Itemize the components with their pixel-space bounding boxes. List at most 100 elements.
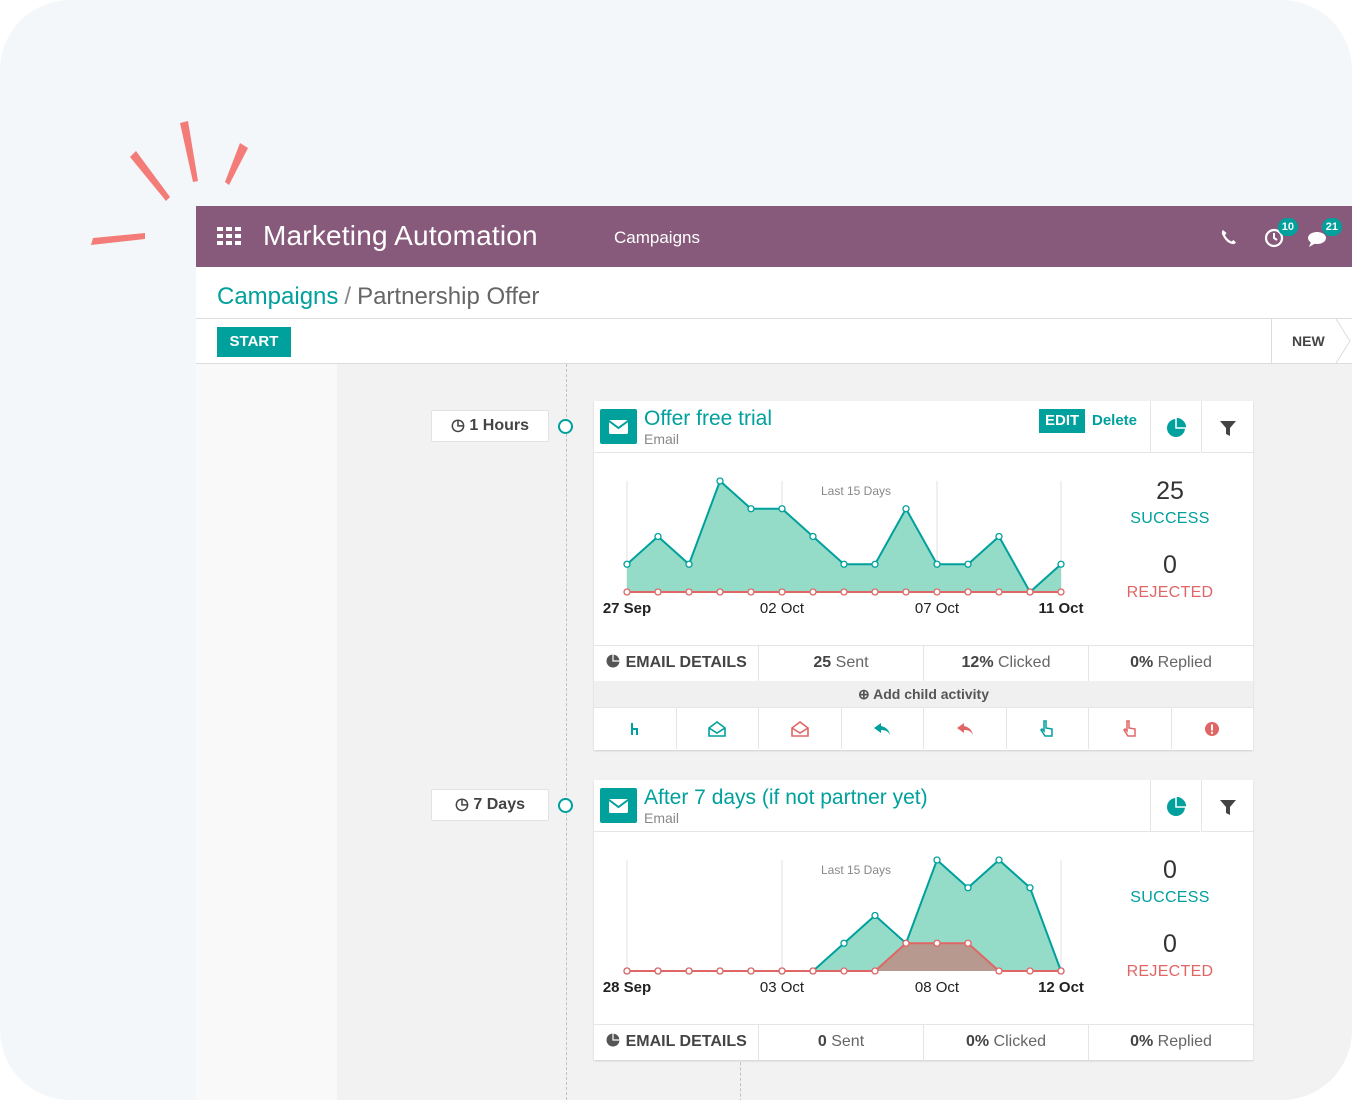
clicked-label: Clicked bbox=[998, 654, 1051, 671]
success-point bbox=[964, 560, 972, 568]
chart-title: Last 15 Days bbox=[821, 863, 891, 877]
success-point bbox=[1026, 884, 1034, 892]
pie-chart-icon bbox=[1167, 795, 1188, 816]
rejected-count: 0 bbox=[1163, 551, 1177, 579]
stats-toggle-button[interactable] bbox=[1150, 401, 1200, 453]
sent-value: 0 bbox=[817, 1033, 827, 1050]
exclamation-circle-icon bbox=[1205, 721, 1220, 736]
start-button[interactable]: START bbox=[217, 327, 291, 357]
activity-title[interactable]: Offer free trial bbox=[644, 407, 772, 431]
messages-badge: 21 bbox=[1321, 218, 1342, 236]
success-count: 0 bbox=[1163, 856, 1177, 884]
activity-title[interactable]: After 7 days (if not partner yet) bbox=[644, 786, 928, 810]
rejected-point bbox=[1026, 967, 1034, 975]
success-count: 25 bbox=[1156, 477, 1184, 505]
x-tick-label: 07 Oct bbox=[915, 600, 960, 617]
breadcrumb-campaigns-link[interactable]: Campaigns bbox=[217, 283, 338, 310]
filter-button[interactable] bbox=[1201, 780, 1253, 832]
x-tick-label: 27 Sep bbox=[603, 600, 651, 617]
rejected-point bbox=[995, 967, 1003, 975]
clicked-value: 12% bbox=[961, 654, 994, 671]
email-details-button[interactable]: EMAIL DETAILS bbox=[594, 646, 759, 681]
filter-button[interactable] bbox=[1201, 401, 1253, 453]
x-tick-label: 12 Oct bbox=[1038, 979, 1084, 996]
success-point bbox=[809, 532, 817, 541]
clicked-stat[interactable]: 0% Clicked bbox=[924, 1025, 1089, 1060]
clicked-stat[interactable]: 12% Clicked bbox=[924, 646, 1089, 681]
trigger-opened-button[interactable] bbox=[677, 708, 759, 749]
add-child-label: Add child activity bbox=[873, 686, 990, 702]
filter-icon bbox=[1220, 800, 1236, 815]
success-point bbox=[840, 560, 848, 568]
rejected-point bbox=[902, 588, 910, 596]
delay-label: 7 Days bbox=[473, 796, 525, 813]
messages-button[interactable]: 21 bbox=[1306, 218, 1342, 250]
rejected-count: 0 bbox=[1163, 930, 1177, 958]
delete-button[interactable]: Delete bbox=[1092, 412, 1137, 429]
rejected-point bbox=[685, 967, 693, 975]
add-child-activity-button[interactable]: ⊕ Add child activity bbox=[594, 681, 1253, 707]
trigger-clicked-button[interactable] bbox=[1007, 708, 1089, 749]
envelope-open-icon bbox=[790, 720, 809, 737]
apps-grid-icon[interactable] bbox=[217, 227, 241, 245]
trigger-bounced-button[interactable] bbox=[1172, 708, 1254, 749]
x-tick-label: 28 Sep bbox=[603, 979, 651, 996]
activity-button[interactable]: 10 bbox=[1262, 218, 1298, 250]
reply-icon bbox=[956, 722, 973, 735]
replied-label: Replied bbox=[1157, 654, 1212, 671]
x-tick-label: 03 Oct bbox=[760, 979, 805, 996]
rejected-point bbox=[1057, 967, 1065, 975]
trigger-child-button[interactable] bbox=[594, 708, 677, 749]
rejected-point bbox=[716, 588, 724, 596]
success-point bbox=[778, 505, 786, 513]
phone-icon[interactable] bbox=[1215, 224, 1241, 250]
rejected-point bbox=[809, 588, 817, 596]
hand-pointer-icon bbox=[1040, 719, 1053, 737]
pie-chart-icon bbox=[606, 653, 621, 668]
clock-icon: ◷ bbox=[451, 417, 465, 434]
success-point bbox=[623, 560, 631, 568]
rejected-point bbox=[840, 967, 848, 975]
menu-campaigns[interactable]: Campaigns bbox=[614, 228, 700, 248]
email-details-bar: EMAIL DETAILS 0 Sent 0% Clicked 0% Repli… bbox=[594, 1024, 1253, 1060]
breadcrumb-separator: / bbox=[344, 283, 352, 310]
trigger-not-clicked-button[interactable] bbox=[1089, 708, 1172, 749]
page-frame: Marketing Automation Campaigns 10 21 Cam… bbox=[0, 0, 1352, 1100]
activity-header: Offer free trial Email EDIT Delete bbox=[594, 401, 1150, 453]
timeline-line-child bbox=[740, 1057, 741, 1100]
success-point bbox=[840, 939, 848, 947]
rejected-point bbox=[716, 967, 724, 975]
rejected-label: REJECTED bbox=[1126, 963, 1214, 980]
email-details-button[interactable]: EMAIL DETAILS bbox=[594, 1025, 759, 1060]
replied-stat[interactable]: 0% Replied bbox=[1089, 1025, 1253, 1060]
rejected-point bbox=[871, 588, 879, 596]
rejected-point bbox=[778, 588, 786, 596]
stats-toggle-button[interactable] bbox=[1150, 780, 1200, 832]
rejected-point bbox=[654, 967, 662, 975]
activity-chart: Last 15 Days 27 Sep 02 Oct 07 Oct 11 Oct bbox=[603, 477, 1084, 617]
success-point bbox=[685, 560, 693, 568]
clicked-value: 0% bbox=[965, 1033, 990, 1050]
activity-chart: Last 15 Days 28 Sep 03 Oct 08 Oct 12 Oct bbox=[603, 856, 1084, 996]
sent-stat[interactable]: 25 Sent bbox=[759, 646, 924, 681]
plus-circle-icon: ⊕ bbox=[857, 686, 870, 702]
sent-stat[interactable]: 0 Sent bbox=[759, 1025, 924, 1060]
delay-badge: ◷ 7 Days bbox=[431, 789, 549, 821]
rejected-point bbox=[871, 967, 879, 975]
trigger-not-replied-button[interactable] bbox=[924, 708, 1007, 749]
replied-stat[interactable]: 0% Replied bbox=[1089, 646, 1253, 681]
timeline-line bbox=[566, 364, 567, 1100]
pie-chart-icon bbox=[606, 1032, 621, 1047]
trigger-not-opened-button[interactable] bbox=[759, 708, 842, 749]
edit-button[interactable]: EDIT bbox=[1039, 409, 1086, 433]
x-tick-label: 11 Oct bbox=[1038, 600, 1083, 617]
trigger-replied-button[interactable] bbox=[842, 708, 924, 749]
control-panel: Campaigns / Partnership Offer START NEW bbox=[196, 267, 1352, 364]
success-point bbox=[654, 532, 662, 541]
clicked-label: Clicked bbox=[993, 1033, 1047, 1050]
envelope-icon bbox=[600, 409, 637, 444]
timeline-node bbox=[558, 798, 573, 813]
replied-value: 0% bbox=[1130, 1033, 1154, 1050]
x-tick-label: 02 Oct bbox=[760, 600, 805, 617]
filter-icon bbox=[1220, 421, 1236, 436]
